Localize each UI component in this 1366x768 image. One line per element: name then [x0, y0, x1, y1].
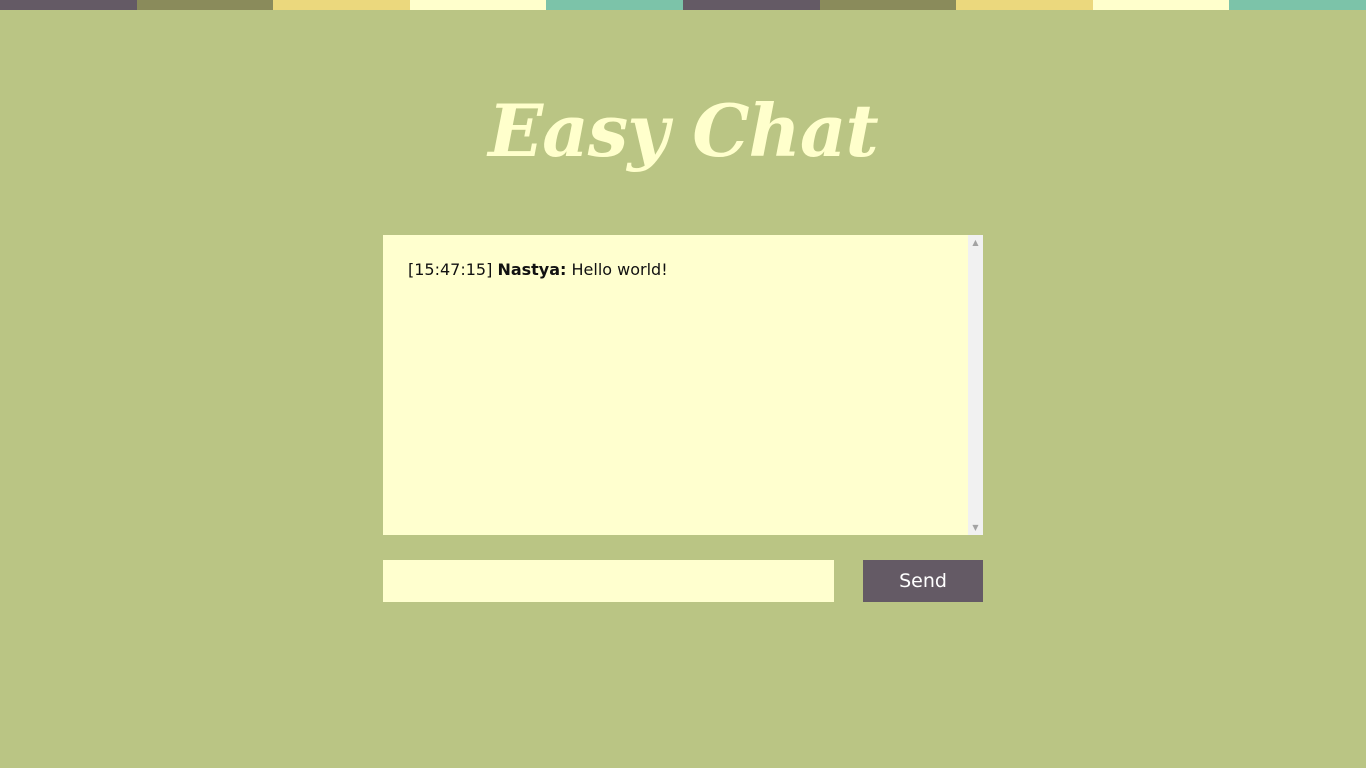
chat-window[interactable]: [15:47:15] Nastya: Hello world! ▲ ▼ [383, 235, 983, 535]
app-title: Easy Chat [488, 88, 879, 173]
stripe-segment [682, 0, 820, 10]
stripe-segment [1229, 0, 1366, 10]
scroll-up-arrow-icon[interactable]: ▲ [968, 235, 983, 250]
stripe-segment [819, 0, 957, 10]
chat-message-list: [15:47:15] Nastya: Hello world! [383, 235, 968, 535]
message-author: Nastya: [497, 260, 567, 279]
chat-scrollbar[interactable]: ▲ ▼ [968, 235, 983, 535]
chat-message: [15:47:15] Nastya: Hello world! [408, 260, 943, 280]
top-color-stripe [0, 0, 1366, 10]
message-text: Hello world! [571, 260, 668, 279]
stripe-segment [0, 0, 137, 10]
message-input[interactable] [383, 560, 834, 602]
scroll-down-arrow-icon[interactable]: ▼ [968, 520, 983, 535]
stripe-segment [956, 0, 1093, 10]
message-timestamp: [15:47:15] [408, 260, 493, 279]
stripe-segment [273, 0, 410, 10]
stripe-segment [546, 0, 683, 10]
stripe-segment [409, 0, 547, 10]
send-button[interactable]: Send [863, 560, 983, 602]
stripe-segment [136, 0, 274, 10]
stripe-segment [1092, 0, 1230, 10]
